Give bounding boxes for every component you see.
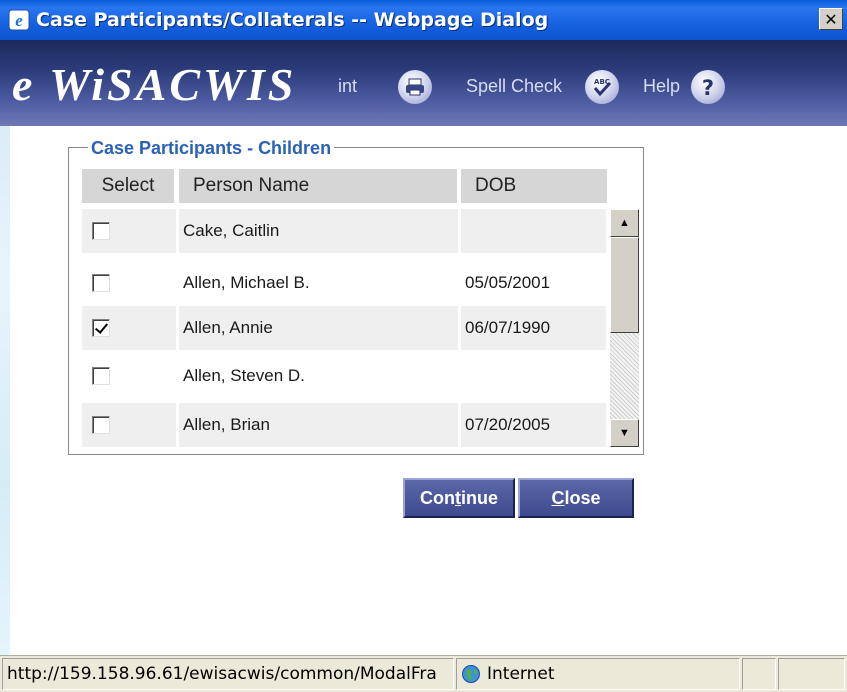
close-label-post: lose (564, 487, 601, 508)
table-row: Allen, Steven D. (82, 354, 606, 398)
scroll-up-button[interactable]: ▲ (610, 209, 639, 237)
close-label-accel: C (551, 487, 565, 508)
table-row: Allen, Brian 07/20/2005 (82, 403, 606, 447)
print-icon[interactable] (398, 70, 432, 104)
table-row: Cake, Caitlin (82, 209, 606, 253)
ie-icon: e (8, 9, 30, 31)
table-row: Allen, Annie 06/07/1990 (82, 306, 606, 350)
person-dob: 07/20/2005 (465, 415, 551, 434)
window-title-bar[interactable]: e Case Participants/Collaterals -- Webpa… (0, 0, 847, 40)
scroll-thumb[interactable] (610, 237, 639, 333)
participants-legend: Case Participants - Children (88, 138, 335, 159)
security-zone: Internet (456, 658, 740, 690)
app-header: e WiSACWIS int Spell Check ABC Help ? (0, 40, 847, 126)
person-name: Allen, Brian (183, 415, 270, 434)
column-divider (176, 209, 179, 447)
person-dob: 06/07/1990 (465, 318, 551, 337)
zone-label: Internet (487, 664, 555, 684)
spell-check-icon[interactable]: ABC (585, 70, 619, 104)
list-scrollbar[interactable]: ▲ ▼ (610, 209, 639, 447)
person-dob: 05/05/2001 (465, 273, 551, 292)
person-name: Allen, Steven D. (183, 366, 305, 385)
arrow-up-icon: ▲ (619, 217, 630, 229)
select-checkbox[interactable] (92, 416, 110, 434)
person-name: Cake, Caitlin (183, 221, 280, 240)
column-header-dob: DOB (461, 169, 607, 203)
person-name: Allen, Annie (183, 318, 273, 337)
select-checkbox[interactable] (92, 367, 110, 385)
column-header-select: Select (82, 169, 174, 203)
select-checkbox[interactable] (92, 274, 110, 292)
svg-text:e: e (15, 11, 23, 30)
globe-icon (461, 664, 481, 684)
column-divider (458, 209, 461, 447)
arrow-down-icon: ▼ (619, 427, 630, 439)
continue-button[interactable]: Con t inue (403, 478, 515, 518)
person-name: Allen, Michael B. (183, 273, 310, 292)
close-button[interactable]: Close (518, 478, 634, 518)
print-link[interactable]: int (338, 76, 357, 97)
status-url: http://159.158.96.61/ewisacwis/common/Mo… (2, 658, 454, 690)
svg-text:?: ? (702, 76, 714, 99)
app-logo: e WiSACWIS (12, 59, 297, 110)
table-row: Allen, Michael B. 05/05/2001 (82, 261, 606, 305)
select-checkbox[interactable] (92, 319, 110, 337)
close-icon: ✕ (824, 9, 838, 29)
scroll-down-button[interactable]: ▼ (610, 419, 639, 447)
status-bar: http://159.158.96.61/ewisacwis/common/Mo… (0, 655, 847, 692)
continue-label-pre: Con (419, 487, 455, 508)
status-panel (742, 658, 776, 690)
select-checkbox[interactable] (92, 222, 110, 240)
window-title: Case Participants/Collaterals -- Webpage… (36, 9, 549, 31)
help-icon[interactable]: ? (691, 70, 725, 104)
column-header-person-name: Person Name (179, 169, 457, 203)
continue-label-post: inue (460, 487, 498, 508)
spell-check-link[interactable]: Spell Check (466, 76, 562, 97)
help-link[interactable]: Help (643, 76, 680, 97)
close-window-button[interactable]: ✕ (819, 8, 843, 30)
status-panel (778, 658, 845, 690)
